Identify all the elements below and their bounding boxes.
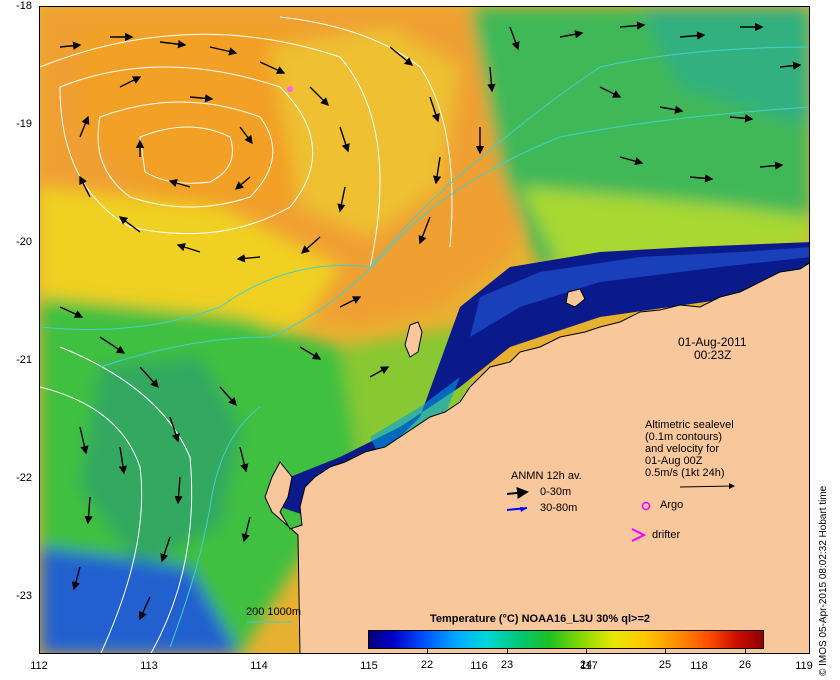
y-tick-label: -22 bbox=[16, 472, 32, 484]
anmn-0-30-label: 0-30m bbox=[540, 486, 572, 498]
isobath-label: 200 1000m bbox=[246, 606, 302, 618]
colorbar-title: Temperature (°C) NOAA16_L3U 30% ql>=2 bbox=[430, 613, 650, 625]
credit-label: © IMOS 05-Apr-2015 08:02:32 Hobart time bbox=[818, 485, 829, 676]
time-label: 00:23Z bbox=[694, 348, 732, 362]
x-tick-label: 112 bbox=[30, 660, 48, 672]
sst-map bbox=[40, 7, 809, 653]
argo-label: Argo bbox=[660, 499, 684, 511]
x-tick-label: 119 bbox=[795, 660, 813, 672]
map-frame bbox=[39, 6, 810, 654]
altimetry-line-4: 01-Aug 00Z bbox=[645, 455, 703, 467]
anmn-30-80-label: 30-80m bbox=[540, 502, 578, 514]
y-tick-label: -19 bbox=[16, 118, 32, 130]
colorbar bbox=[368, 630, 764, 649]
anmn-title: ANMN 12h av. bbox=[511, 470, 582, 482]
y-tick-label: -20 bbox=[16, 236, 32, 248]
colorbar-tick: 25 bbox=[658, 659, 672, 671]
y-tick-label: -21 bbox=[16, 354, 32, 366]
date-label: 01-Aug-2011 bbox=[678, 335, 747, 349]
altimetry-line-1: Altimetric sealevel bbox=[645, 419, 734, 431]
x-tick-label: 115 bbox=[360, 660, 378, 672]
colorbar-tick: 26 bbox=[738, 659, 752, 671]
x-tick-label: 114 bbox=[250, 660, 268, 672]
colorbar-tick: 24 bbox=[579, 659, 593, 671]
x-tick-label: 116 bbox=[470, 660, 488, 672]
altimetry-line-2: (0.1m contours) bbox=[645, 431, 723, 443]
y-tick-label: -23 bbox=[16, 590, 32, 602]
altimetry-line-5: 0.5m/s (1kt 24h) bbox=[645, 467, 725, 479]
colorbar-tick: 22 bbox=[420, 659, 434, 671]
y-tick-label: -18 bbox=[16, 0, 32, 12]
altimetry-line-3: and velocity for bbox=[645, 443, 719, 455]
argo-float bbox=[287, 86, 293, 92]
colorbar-tick: 23 bbox=[500, 659, 514, 671]
x-tick-label: 118 bbox=[690, 660, 708, 672]
x-tick-label: 113 bbox=[140, 660, 158, 672]
drifter-label: drifter bbox=[652, 529, 681, 541]
